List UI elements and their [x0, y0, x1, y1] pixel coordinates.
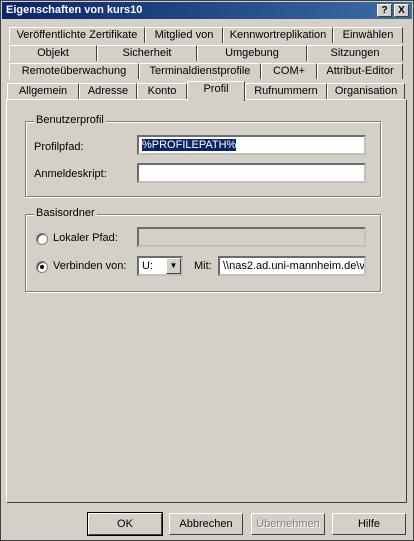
tab-password-replication[interactable]: Kennwortreplikation: [223, 27, 333, 43]
tab-remote-control[interactable]: Remoteüberwachung: [9, 63, 139, 79]
tab-member-of[interactable]: Mitglied von: [145, 27, 223, 43]
tab-sessions[interactable]: Sitzungen: [307, 45, 403, 61]
tab-account[interactable]: Konto: [137, 83, 187, 99]
profile-tab-panel: Benutzerprofil Profilpfad: %PROFILEPATH%…: [6, 99, 407, 503]
logon-script-input[interactable]: [137, 163, 366, 183]
connect-radio[interactable]: [36, 261, 48, 273]
connect-radio-dot: [40, 265, 44, 269]
profile-path-input[interactable]: %PROFILEPATH%: [137, 135, 366, 155]
tab-published-certificates[interactable]: Veröffentlichte Zertifikate: [9, 27, 145, 43]
tab-organization[interactable]: Organisation: [327, 83, 405, 99]
tab-environment[interactable]: Umgebung: [197, 45, 307, 61]
tab-address[interactable]: Adresse: [79, 83, 137, 99]
title-bar: Eigenschaften von kurs10 ? X: [2, 2, 412, 19]
home-folder-legend: Basisordner: [34, 207, 97, 219]
help-title-button[interactable]: ?: [377, 4, 392, 17]
ok-button[interactable]: OK: [87, 512, 163, 536]
tab-attribute-editor[interactable]: Attribut-Editor: [317, 63, 403, 79]
tab-object[interactable]: Objekt: [9, 45, 97, 61]
apply-button[interactable]: Übernehmen: [251, 513, 325, 535]
user-profile-legend: Benutzerprofil: [34, 114, 106, 126]
tab-general[interactable]: Allgemein: [7, 83, 79, 99]
drive-letter-select[interactable]: U: ▼: [137, 256, 183, 276]
connect-label: Verbinden von:: [53, 260, 127, 272]
local-path-input[interactable]: [137, 227, 366, 247]
drive-letter-value: U:: [142, 260, 153, 272]
cancel-button[interactable]: Abbrechen: [169, 513, 243, 535]
home-folder-group: Basisordner Lokaler Pfad: Verbinden von:…: [25, 207, 381, 292]
home-path-input[interactable]: \\nas2.ad.uni-mannheim.de\ve: [218, 256, 366, 276]
user-profile-group: Benutzerprofil Profilpfad: %PROFILEPATH%…: [25, 114, 381, 197]
help-button[interactable]: Hilfe: [332, 513, 406, 535]
local-path-label: Lokaler Pfad:: [53, 232, 118, 244]
to-label: Mit:: [194, 260, 212, 272]
tab-security[interactable]: Sicherheit: [97, 45, 197, 61]
tab-profile[interactable]: Profil: [187, 81, 245, 101]
profile-path-label: Profilpfad:: [34, 141, 84, 153]
tab-terminal-services-profile[interactable]: Terminaldienstprofile: [139, 63, 261, 79]
close-title-button[interactable]: X: [394, 4, 409, 17]
chevron-down-icon[interactable]: ▼: [166, 258, 181, 274]
window-title: Eigenschaften von kurs10: [6, 4, 143, 16]
tab-dial-in[interactable]: Einwählen: [333, 27, 403, 43]
tab-phone-numbers[interactable]: Rufnummern: [245, 83, 327, 99]
profile-path-value: %PROFILEPATH%: [142, 139, 237, 151]
local-path-radio[interactable]: [36, 233, 48, 245]
tab-com-plus[interactable]: COM+: [261, 63, 317, 79]
properties-dialog: Eigenschaften von kurs10 ? X Veröffentli…: [0, 0, 414, 541]
logon-script-label: Anmeldeskript:: [34, 168, 107, 180]
